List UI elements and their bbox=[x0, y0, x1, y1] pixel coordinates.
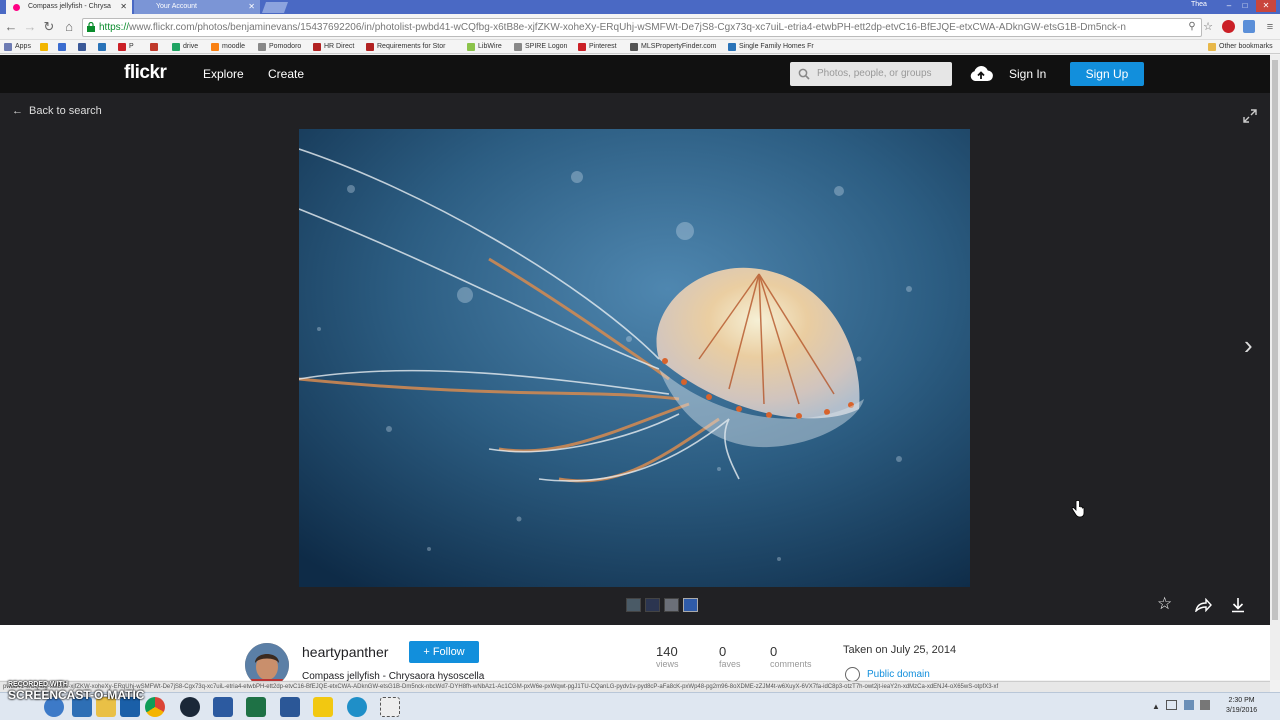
fave-star-icon[interactable]: ☆ bbox=[1157, 594, 1172, 614]
views-count: 140 bbox=[656, 644, 678, 659]
public-domain-icon bbox=[845, 667, 860, 682]
back-arrow-icon[interactable]: ← bbox=[3, 19, 19, 35]
volume-icon[interactable] bbox=[1200, 700, 1210, 710]
profile-name[interactable]: Thea bbox=[1191, 1, 1207, 8]
lock-icon bbox=[87, 22, 95, 32]
minimize-icon[interactable]: – bbox=[1222, 0, 1236, 12]
watermark-main: SCREENCAST-O-MATIC bbox=[8, 688, 145, 702]
flickr-favicon-icon bbox=[13, 4, 20, 11]
reload-icon[interactable]: ↻ bbox=[41, 19, 57, 35]
maximize-icon[interactable]: □ bbox=[1238, 0, 1252, 12]
scrollbar-thumb[interactable] bbox=[1272, 60, 1278, 620]
nav-create[interactable]: Create bbox=[268, 67, 304, 81]
tab-compass-jellyfish[interactable]: Compass jellyfish - Chrysa ✕ bbox=[6, 0, 132, 14]
app-icon[interactable] bbox=[313, 697, 333, 717]
bookmark-mls[interactable]: MLSPropertyFinder.com bbox=[630, 40, 716, 54]
forward-arrow-icon[interactable]: → bbox=[22, 19, 38, 35]
url-text: www.flickr.com/photos/benjaminevans/1543… bbox=[129, 22, 1126, 33]
sign-in-link[interactable]: Sign In bbox=[1009, 67, 1046, 81]
tray-arrow-icon[interactable]: ▲ bbox=[1152, 702, 1160, 711]
views-label: views bbox=[656, 659, 679, 669]
tab-label: Your Account bbox=[156, 3, 197, 10]
app-icon[interactable] bbox=[213, 697, 233, 717]
close-window-icon[interactable]: ✕ bbox=[1256, 0, 1276, 12]
tray-icon[interactable] bbox=[1166, 700, 1177, 710]
taken-date: Taken on July 25, 2014 bbox=[843, 644, 957, 656]
new-tab-button[interactable] bbox=[261, 2, 289, 13]
star-icon[interactable]: ☆ bbox=[1200, 19, 1216, 35]
zoom-icon[interactable]: ⚲ bbox=[1184, 19, 1200, 35]
photo-image bbox=[299, 129, 970, 587]
bookmark-single-family[interactable]: Single Family Homes Fr bbox=[728, 40, 814, 54]
comments-label: comments bbox=[770, 659, 812, 669]
faves-label: faves bbox=[719, 659, 741, 669]
jellyfish-photo[interactable] bbox=[299, 129, 970, 587]
photo-info-panel bbox=[0, 625, 1270, 680]
thumbnail-active[interactable] bbox=[683, 598, 698, 612]
comments-count: 0 bbox=[770, 644, 778, 659]
close-icon[interactable]: ✕ bbox=[248, 0, 255, 14]
thumbnail[interactable] bbox=[664, 598, 679, 612]
browser-toolbar: ← → ↻ ⌂ https://www.flickr.com/photos/be… bbox=[0, 14, 1280, 40]
bookmark-p[interactable]: P bbox=[118, 40, 134, 54]
extension-icon[interactable] bbox=[1243, 20, 1255, 33]
author-name-link[interactable]: heartypanther bbox=[302, 644, 388, 660]
network-icon[interactable] bbox=[1184, 700, 1194, 710]
bookmark-pinterest[interactable]: Pinterest bbox=[578, 40, 617, 54]
back-to-search-link[interactable]: ← Back to search bbox=[12, 105, 102, 117]
excel-icon[interactable] bbox=[246, 697, 266, 717]
upload-cloud-icon[interactable] bbox=[969, 65, 993, 82]
bookmark-moodle[interactable]: moodle bbox=[211, 40, 245, 54]
search-placeholder: Photos, people, or groups bbox=[817, 68, 932, 79]
download-icon[interactable] bbox=[1230, 597, 1246, 613]
thumbnail[interactable] bbox=[626, 598, 641, 612]
back-label: Back to search bbox=[29, 105, 102, 117]
tab-label: Compass jellyfish - Chrysa bbox=[28, 3, 111, 10]
word-icon[interactable] bbox=[280, 697, 300, 717]
search-input[interactable]: Photos, people, or groups bbox=[790, 62, 952, 86]
expand-icon[interactable] bbox=[1242, 108, 1258, 124]
address-bar[interactable]: https://www.flickr.com/photos/benjaminev… bbox=[82, 18, 1202, 37]
clock-time: 2:30 PM bbox=[1228, 697, 1255, 704]
next-photo-icon[interactable]: › bbox=[1244, 330, 1253, 361]
nav-explore[interactable]: Explore bbox=[203, 67, 244, 81]
sign-up-button[interactable]: Sign Up bbox=[1070, 62, 1144, 86]
pinterest-extension-icon[interactable] bbox=[1222, 20, 1235, 33]
status-bar-url: pwbd41-wCQfbg-x6tB8e-xjfZKW-xoheXy-ERqUh… bbox=[0, 681, 1270, 692]
bookmark-libwire[interactable]: LibWire bbox=[467, 40, 502, 54]
close-icon[interactable]: ✕ bbox=[120, 0, 127, 14]
bookmark-apps[interactable]: Apps bbox=[4, 40, 31, 54]
url-scheme: https:// bbox=[99, 22, 130, 33]
license-link[interactable]: Public domain bbox=[867, 669, 930, 680]
tab-your-account[interactable]: Your Account ✕ bbox=[134, 0, 260, 14]
flickr-logo[interactable]: flickr bbox=[124, 62, 167, 84]
share-icon[interactable] bbox=[1194, 598, 1212, 612]
bookmark-hr-direct[interactable]: HR Direct bbox=[313, 40, 354, 54]
arrow-left-icon: ← bbox=[12, 105, 23, 117]
bookmark-requirements[interactable]: Requirements for Stor bbox=[366, 40, 445, 54]
bookmarks-bar: Apps P drive moodle Pomodoro HR Direct R… bbox=[0, 40, 1280, 54]
system-clock[interactable]: 2:30 PM 3/19/2016 bbox=[1226, 696, 1257, 716]
bookmark-drive[interactable]: drive bbox=[172, 40, 198, 54]
clock-date: 3/19/2016 bbox=[1226, 707, 1258, 714]
snipping-tool-icon[interactable] bbox=[380, 697, 400, 717]
menu-icon[interactable]: ≡ bbox=[1262, 19, 1278, 35]
headphones-icon[interactable] bbox=[347, 697, 367, 717]
screencast-watermark: RECORDED WITH SCREENCAST-O-MATIC bbox=[8, 681, 144, 702]
chrome-icon[interactable] bbox=[145, 697, 165, 717]
thumbnail[interactable] bbox=[645, 598, 660, 612]
steam-icon[interactable] bbox=[180, 697, 200, 717]
bookmark-pomodoro[interactable]: Pomodoro bbox=[258, 40, 301, 54]
follow-button[interactable]: + Follow bbox=[409, 641, 479, 663]
faves-count: 0 bbox=[719, 644, 727, 659]
hand-cursor-icon bbox=[1071, 500, 1085, 518]
watermark-top: RECORDED WITH bbox=[8, 681, 68, 688]
home-icon[interactable]: ⌂ bbox=[61, 19, 77, 35]
search-icon bbox=[798, 68, 810, 80]
bookmark-spire[interactable]: SPIRE Logon bbox=[514, 40, 567, 54]
bookmark-other[interactable]: Other bookmarks bbox=[1208, 40, 1273, 54]
browser-tab-strip: Compass jellyfish - Chrysa ✕ Your Accoun… bbox=[0, 0, 1280, 14]
